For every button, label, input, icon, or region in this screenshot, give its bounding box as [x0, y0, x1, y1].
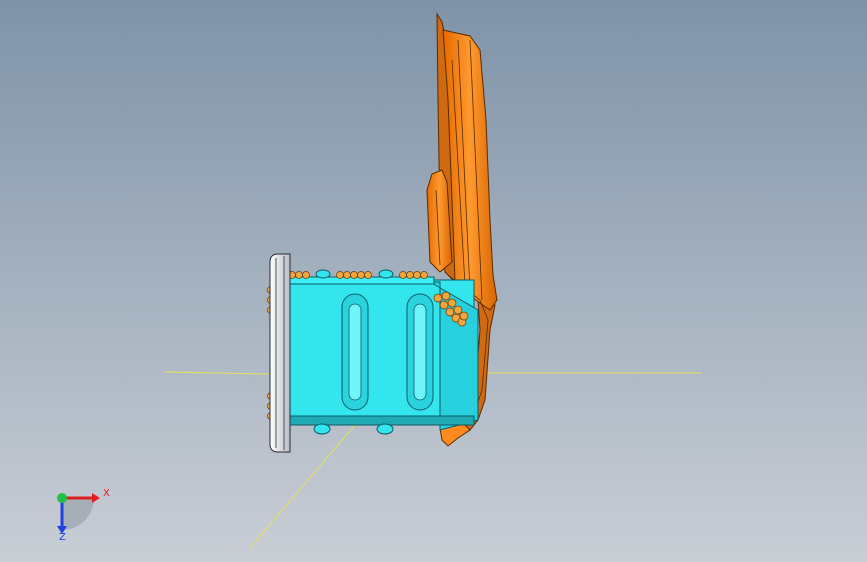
slot-right-inner: [413, 303, 427, 401]
y-axis-dot: [57, 493, 67, 503]
slot-left-inner: [348, 303, 362, 401]
flange-plate[interactable]: [269, 253, 291, 453]
housing-bottom-edge: [283, 415, 475, 426]
x-axis-head: [92, 493, 100, 503]
triad-shadow: [62, 498, 94, 530]
scene-canvas[interactable]: [0, 0, 867, 562]
x-axis-label: X: [103, 488, 110, 499]
graphics-viewport[interactable]: X Z: [0, 0, 867, 562]
z-axis-label: Z: [59, 532, 66, 543]
coordinate-triad: X Z: [44, 480, 114, 550]
